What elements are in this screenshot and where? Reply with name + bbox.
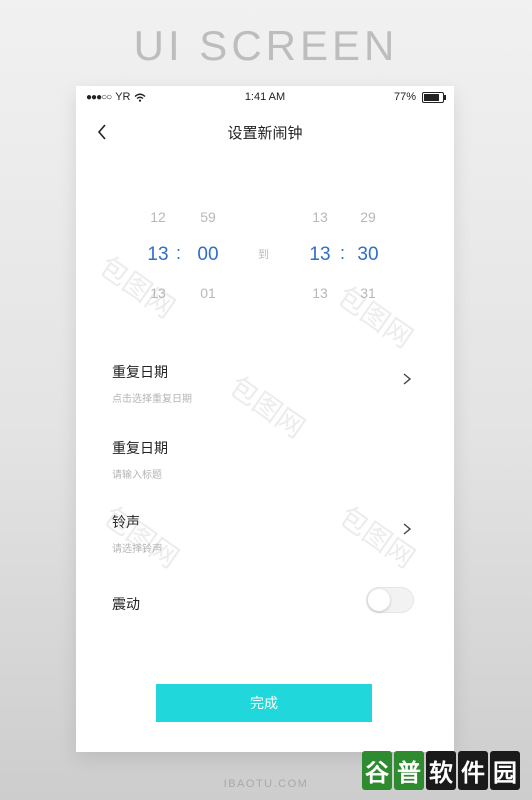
chevron-right-icon: [403, 523, 412, 535]
start-hour-prev: 12: [150, 209, 166, 225]
nav-bar: 设置新闹钟: [76, 118, 454, 148]
title-input-placeholder: 请输入标题: [112, 470, 162, 481]
brand-char: 件: [458, 751, 488, 790]
brand-logo: 谷 普 软 件 园: [362, 751, 520, 790]
start-hour-selected: 13: [147, 244, 169, 265]
start-separator: :: [176, 243, 182, 263]
end-hour-selected: 13: [309, 244, 331, 265]
phone-screen: ●●●○○ YR 1:41 AM 77% 设置新闹钟 12 13 13 : 59…: [76, 86, 454, 752]
start-minute-next: 01: [200, 285, 216, 301]
brand-char: 普: [394, 751, 424, 790]
battery-icon: [422, 91, 446, 103]
end-minute-wheel[interactable]: 29 30 31: [348, 198, 388, 312]
end-hour-prev: 13: [312, 209, 328, 225]
ringtone-hint: 请选择铃声: [112, 544, 162, 555]
range-to-label: 到: [258, 248, 269, 261]
status-bar: ●●●○○ YR 1:41 AM 77%: [76, 86, 454, 110]
vibrate-toggle[interactable]: [366, 587, 414, 613]
end-hour-wheel[interactable]: 13 13 13: [300, 198, 340, 312]
end-minute-selected: 30: [357, 244, 379, 265]
end-minute-next: 31: [360, 285, 376, 301]
start-hour-next: 13: [150, 285, 166, 301]
time-range-picker: 12 13 13 : 59 00 01 到 13 13 13 : 29 30 3…: [76, 198, 454, 308]
toggle-knob: [368, 589, 390, 611]
headline: UI SCREEN: [133, 22, 399, 69]
done-button[interactable]: 完成: [156, 684, 372, 722]
brand-char: 谷: [362, 751, 392, 790]
ringtone-row[interactable]: 铃声 请选择铃声: [112, 512, 428, 555]
start-hour-wheel[interactable]: 12 13 13: [138, 198, 178, 312]
start-minute-prev: 59: [200, 209, 216, 225]
start-minute-selected: 00: [197, 244, 219, 265]
repeat-date-hint: 点击选择重复日期: [112, 394, 192, 405]
brand-char: 软: [426, 751, 456, 790]
page-title: 设置新闹钟: [227, 124, 303, 142]
end-minute-prev: 29: [360, 209, 376, 225]
repeat-date-row[interactable]: 重复日期 点击选择重复日期: [112, 362, 428, 405]
repeat-date-label: 重复日期: [112, 365, 168, 381]
ringtone-label: 铃声: [112, 515, 140, 531]
start-minute-wheel[interactable]: 59 00 01: [188, 198, 228, 312]
end-separator: :: [340, 243, 346, 263]
title-row[interactable]: 重复日期 请输入标题: [112, 438, 428, 481]
chevron-right-icon: [403, 373, 412, 385]
end-hour-next: 13: [312, 285, 328, 301]
brand-char: 园: [490, 751, 520, 790]
title-label: 重复日期: [112, 441, 168, 457]
battery-percent: 77%: [393, 91, 416, 103]
